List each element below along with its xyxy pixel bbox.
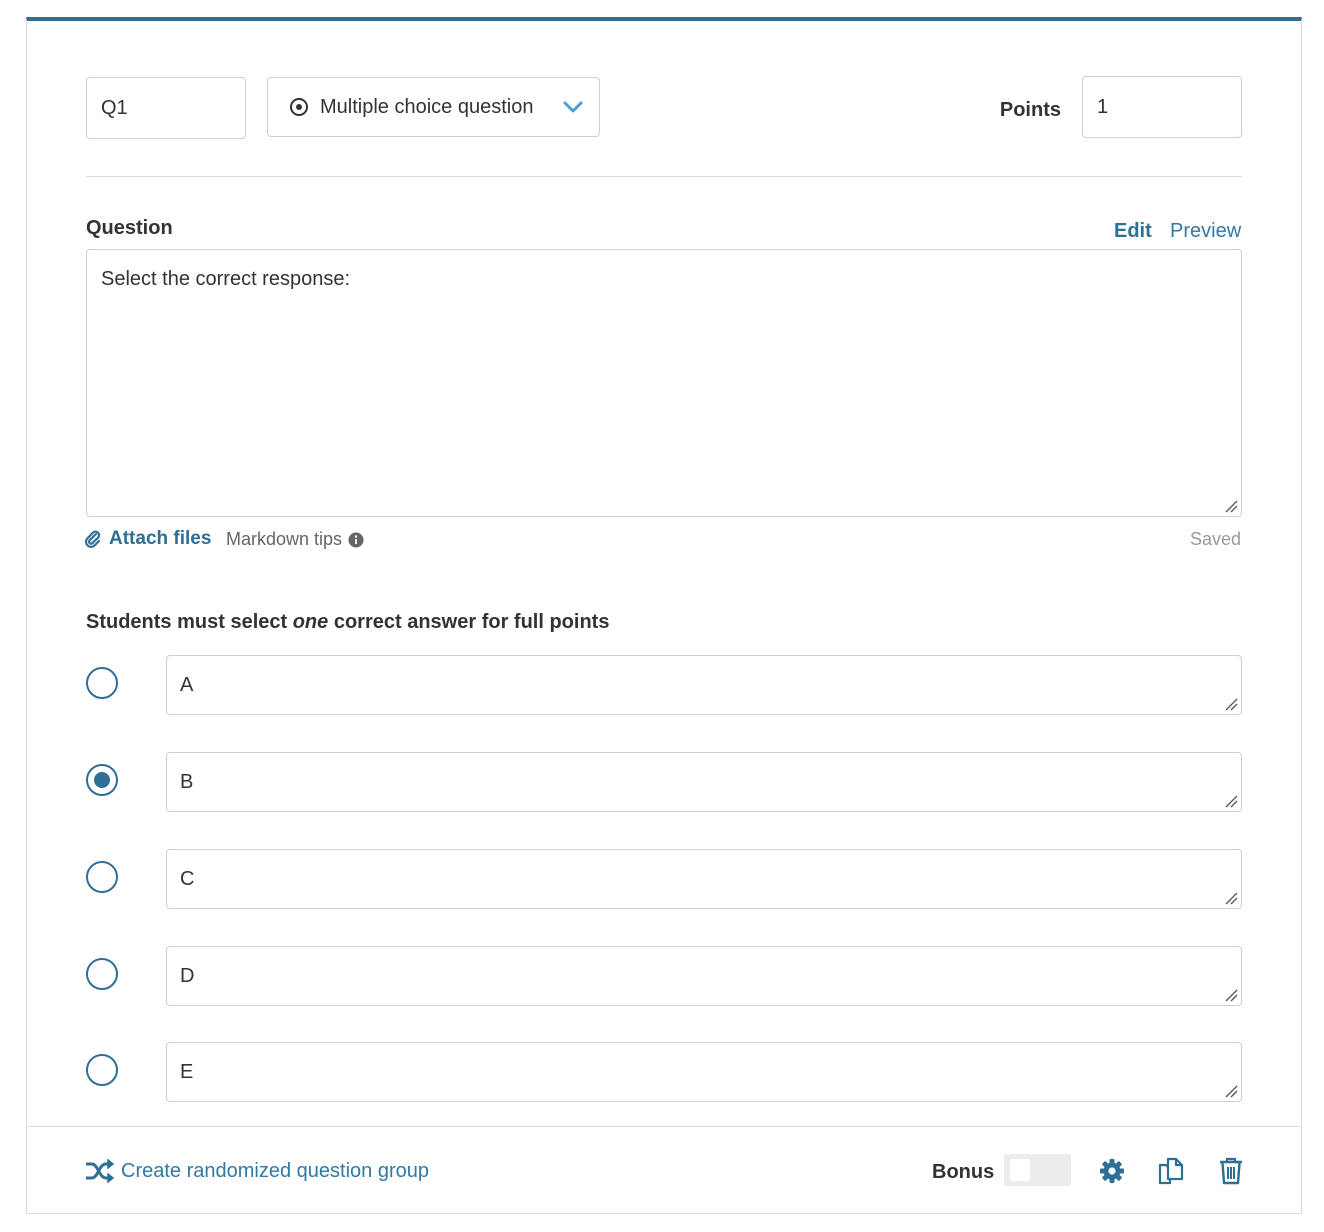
question-type-value: Multiple choice question (320, 95, 534, 118)
answer-correct-radio[interactable] (86, 1054, 118, 1086)
answer-text: C (180, 867, 195, 890)
resize-handle-icon[interactable] (1224, 1084, 1238, 1098)
resize-handle-icon[interactable] (1224, 794, 1238, 808)
save-status: Saved (1189, 529, 1241, 549)
resize-handle-icon[interactable] (1224, 697, 1238, 711)
create-randomized-group-link[interactable]: Create randomized question group (85, 1159, 429, 1183)
question-card: Q1 Multiple choice question Points 1 Que… (26, 17, 1302, 1214)
tab-edit[interactable]: Edit (1114, 220, 1152, 243)
points-label: Points (999, 99, 1061, 121)
answer-input[interactable]: E (166, 1042, 1242, 1102)
answer-correct-radio[interactable] (86, 764, 118, 796)
answer-input[interactable]: B (166, 752, 1242, 812)
answers-instruction-emphasis: one (292, 611, 329, 633)
answer-row: A (86, 655, 1242, 715)
trash-icon (1220, 1157, 1242, 1185)
answer-row: B (86, 752, 1242, 812)
question-type-select[interactable]: Multiple choice question (267, 77, 600, 137)
answer-text: A (180, 673, 194, 696)
markdown-tips-label: Markdown tips (226, 529, 343, 549)
answer-row: D (86, 946, 1242, 1006)
markdown-tips-link[interactable]: Markdown tips (226, 529, 364, 550)
answers-instruction-pre: Students must select (86, 611, 293, 633)
answer-correct-radio[interactable] (86, 958, 118, 990)
answer-input[interactable]: D (166, 946, 1242, 1006)
resize-handle-icon[interactable] (1224, 499, 1238, 513)
question-id-value: Q1 (101, 96, 128, 119)
answers-instruction: Students must select one correct answer … (86, 611, 609, 634)
question-id-input[interactable]: Q1 (86, 77, 246, 139)
bonus-toggle[interactable] (1004, 1154, 1071, 1186)
gear-icon (1100, 1159, 1124, 1183)
question-body-textarea[interactable]: Select the correct response: (86, 249, 1242, 517)
answer-row: E (86, 1042, 1242, 1102)
question-body-text: Select the correct response: (101, 268, 351, 290)
answer-input[interactable]: C (166, 849, 1242, 909)
answer-text: D (180, 964, 195, 987)
answer-row: C (86, 849, 1242, 909)
answer-correct-radio[interactable] (86, 861, 118, 893)
points-input[interactable]: 1 (1082, 76, 1242, 138)
bonus-label: Bonus (932, 1161, 995, 1183)
info-circle-icon (348, 532, 364, 547)
question-footer: Create randomized question group Bonus (27, 1126, 1301, 1214)
attach-files-link[interactable]: Attach files (85, 528, 211, 550)
answer-input[interactable]: A (166, 655, 1242, 715)
chevron-down-icon (563, 101, 583, 113)
answers-instruction-post: correct answer for full points (328, 611, 610, 633)
paperclip-icon (85, 530, 101, 548)
duplicate-button[interactable] (1155, 1155, 1187, 1187)
answer-text: B (180, 770, 194, 793)
radio-target-icon (290, 98, 308, 116)
answer-text: E (180, 1060, 194, 1083)
settings-button[interactable] (1096, 1155, 1128, 1187)
resize-handle-icon[interactable] (1224, 891, 1238, 905)
tab-preview[interactable]: Preview (1170, 220, 1241, 243)
shuffle-icon (86, 1159, 115, 1183)
resize-handle-icon[interactable] (1224, 988, 1238, 1002)
answer-correct-radio[interactable] (86, 667, 118, 699)
question-label: Question (86, 217, 173, 239)
create-randomized-group-label: Create randomized question group (121, 1159, 429, 1182)
points-value: 1 (1097, 95, 1109, 118)
divider (86, 176, 1242, 177)
attach-files-label: Attach files (109, 528, 212, 549)
delete-button[interactable] (1215, 1155, 1247, 1187)
bonus-toggle-knob (1010, 1159, 1030, 1181)
copy-icon (1158, 1157, 1184, 1185)
